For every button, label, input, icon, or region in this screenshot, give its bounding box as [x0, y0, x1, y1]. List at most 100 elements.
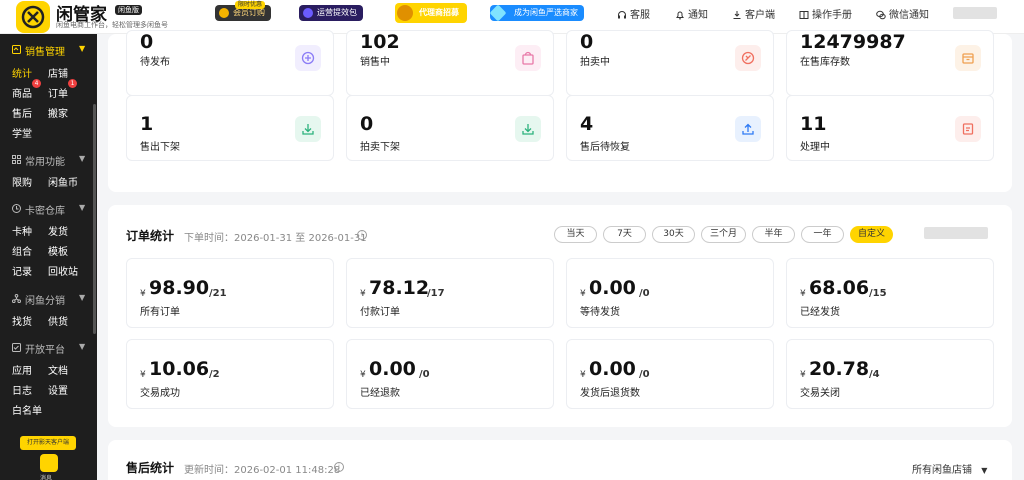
agent-recruit-button[interactable]: 代理商招募	[395, 3, 467, 23]
order-amount: 0.00	[369, 358, 416, 380]
order-card-paid[interactable]: ¥ 78.12 /17 付款订单	[346, 258, 554, 328]
stat-card-auction[interactable]: 0 拍卖中	[566, 30, 774, 96]
order-card-return-after-ship[interactable]: ¥ 0.00 /0 发货后退货数	[566, 339, 774, 409]
order-label: 已经退款	[360, 388, 400, 399]
strict-merchant-button[interactable]: 成为闲鱼严选商家	[489, 4, 584, 22]
order-count: /21	[209, 288, 227, 299]
order-card-success[interactable]: ¥ 10.06 /2 交易成功	[126, 339, 334, 409]
sidebar-item-records[interactable]: 记录	[12, 263, 32, 278]
currency-symbol: ¥	[140, 289, 146, 299]
chevron-down-icon: ▼	[79, 342, 86, 351]
order-amount: 10.06	[149, 358, 210, 380]
range-7d-button[interactable]: 7天	[603, 226, 646, 243]
sidebar-item-limit[interactable]: 限购	[12, 174, 32, 189]
sidebar-section-distribution[interactable]: 闲鱼分销 ▼	[0, 291, 97, 309]
message-icon[interactable]	[40, 454, 58, 472]
download-icon	[733, 11, 741, 19]
sidebar-item-logs[interactable]: 日志	[12, 382, 32, 397]
stat-card-pending[interactable]: 0 待发布	[126, 30, 334, 96]
stat-label: 拍卖下架	[360, 142, 400, 153]
after-sales-title: 售后统计	[126, 461, 175, 475]
caret-down-icon: ▼	[981, 466, 988, 475]
chevron-down-icon: ▼	[79, 203, 86, 212]
order-amount: 0.00	[589, 277, 636, 299]
sidebar-item-find-goods[interactable]: 找货	[12, 313, 32, 328]
store-select[interactable]: 所有闲鱼店铺 ▼	[912, 461, 987, 476]
box-icon	[955, 45, 981, 71]
nav-customer-service[interactable]: 客服	[617, 6, 650, 21]
range-6m-button[interactable]: 半年	[752, 226, 795, 243]
sidebar-item-stats[interactable]: 统计	[12, 65, 32, 80]
diamond-icon	[489, 4, 507, 22]
sidebar: 销售管理 ▼ 统计 店铺 商品 4 订单 1 售后 搬家 学堂 常用功能 ▼ 限购 …	[0, 34, 97, 480]
order-amount: 20.78	[809, 358, 870, 380]
range-custom-button[interactable]: 自定义	[850, 226, 893, 243]
sidebar-item-ship[interactable]: 发货	[48, 223, 68, 238]
wechat-icon	[876, 10, 886, 20]
order-card-all[interactable]: ¥ 98.90 /21 所有订单	[126, 258, 334, 328]
sidebar-item-settings[interactable]: 设置	[48, 382, 68, 397]
sidebar-item-card-type[interactable]: 卡种	[12, 223, 32, 238]
sales-icon	[12, 45, 21, 54]
stat-value: 12479987	[800, 31, 906, 53]
sidebar-item-whitelist[interactable]: 白名单	[12, 402, 42, 417]
stat-value: 102	[360, 31, 400, 53]
sidebar-section-sales[interactable]: 销售管理 ▼	[0, 42, 97, 60]
order-card-closed[interactable]: ¥ 20.78 /4 交易关闭	[786, 339, 994, 409]
stat-card-after-restore[interactable]: 4 售后待恢复	[566, 95, 774, 161]
stat-label: 处理中	[800, 142, 830, 153]
info-icon[interactable]: i	[334, 462, 344, 472]
range-30d-button[interactable]: 30天	[652, 226, 695, 243]
order-label: 交易关闭	[800, 388, 840, 399]
stat-card-stock[interactable]: 12479987 在售库存数	[786, 30, 994, 96]
stat-card-auction-off[interactable]: 0 拍卖下架	[346, 95, 554, 161]
order-card-shipped[interactable]: ¥ 68.06 /15 已经发货	[786, 258, 994, 328]
sidebar-item-coin[interactable]: 闲鱼币	[48, 174, 78, 189]
share-icon	[12, 294, 21, 303]
stat-value: 11	[800, 113, 827, 135]
member-order-button[interactable]: 会员订购 限时优惠	[215, 1, 271, 21]
headset-icon	[618, 11, 626, 19]
sidebar-item-stores[interactable]: 店铺	[48, 65, 68, 80]
sidebar-section-common[interactable]: 常用功能 ▼	[0, 152, 97, 170]
sidebar-item-goods[interactable]: 商品 4	[12, 79, 41, 100]
range-3m-button[interactable]: 三个月	[701, 226, 746, 243]
sidebar-section-open-platform[interactable]: 开放平台 ▼	[0, 340, 97, 358]
store-filter[interactable]	[924, 227, 988, 239]
sidebar-item-school[interactable]: 学堂	[12, 125, 32, 140]
ops-pack-button[interactable]: 运营提效包	[299, 5, 363, 21]
download-tray-icon	[295, 116, 321, 142]
nav-wechat[interactable]: 微信通知	[876, 6, 929, 21]
order-label: 已经发货	[800, 307, 840, 318]
sidebar-item-template[interactable]: 模板	[48, 243, 68, 258]
sidebar-item-supply[interactable]: 供货	[48, 313, 68, 328]
sidebar-scrollbar[interactable]	[93, 104, 96, 334]
sidebar-item-combo[interactable]: 组合	[12, 243, 32, 258]
currency-symbol: ¥	[360, 370, 366, 380]
stat-card-selling[interactable]: 102 销售中	[346, 30, 554, 96]
order-card-refunded[interactable]: ¥ 0.00 /0 已经退款	[346, 339, 554, 409]
sidebar-section-warehouse[interactable]: 卡密仓库 ▼	[0, 201, 97, 219]
sidebar-item-recycle[interactable]: 回收站	[48, 263, 78, 278]
order-label: 付款订单	[360, 307, 400, 318]
stat-card-processing[interactable]: 11 处理中	[786, 95, 994, 161]
range-today-button[interactable]: 当天	[554, 226, 597, 243]
nav-manual[interactable]: 操作手册	[799, 6, 852, 21]
sidebar-item-move[interactable]: 搬家	[48, 105, 68, 120]
order-amount: 68.06	[809, 277, 870, 299]
stat-card-sold-off[interactable]: 1 售出下架	[126, 95, 334, 161]
book-icon	[799, 11, 809, 19]
info-icon[interactable]: i	[357, 230, 367, 240]
open-client-button[interactable]: 打开影天客户端	[20, 436, 76, 450]
sidebar-item-apps[interactable]: 应用	[12, 362, 32, 377]
sidebar-item-docs[interactable]: 文档	[48, 362, 68, 377]
nav-notice[interactable]: 通知	[675, 6, 708, 21]
sidebar-item-aftersales[interactable]: 售后	[12, 105, 32, 120]
order-card-await-ship[interactable]: ¥ 0.00 /0 等待发货	[566, 258, 774, 328]
range-1y-button[interactable]: 一年	[801, 226, 844, 243]
user-avatar[interactable]	[953, 7, 997, 19]
nav-client[interactable]: 客户端	[732, 6, 775, 21]
sidebar-item-orders[interactable]: 订单 1	[48, 79, 77, 100]
app-logo-icon[interactable]	[16, 1, 50, 33]
currency-symbol: ¥	[140, 370, 146, 380]
